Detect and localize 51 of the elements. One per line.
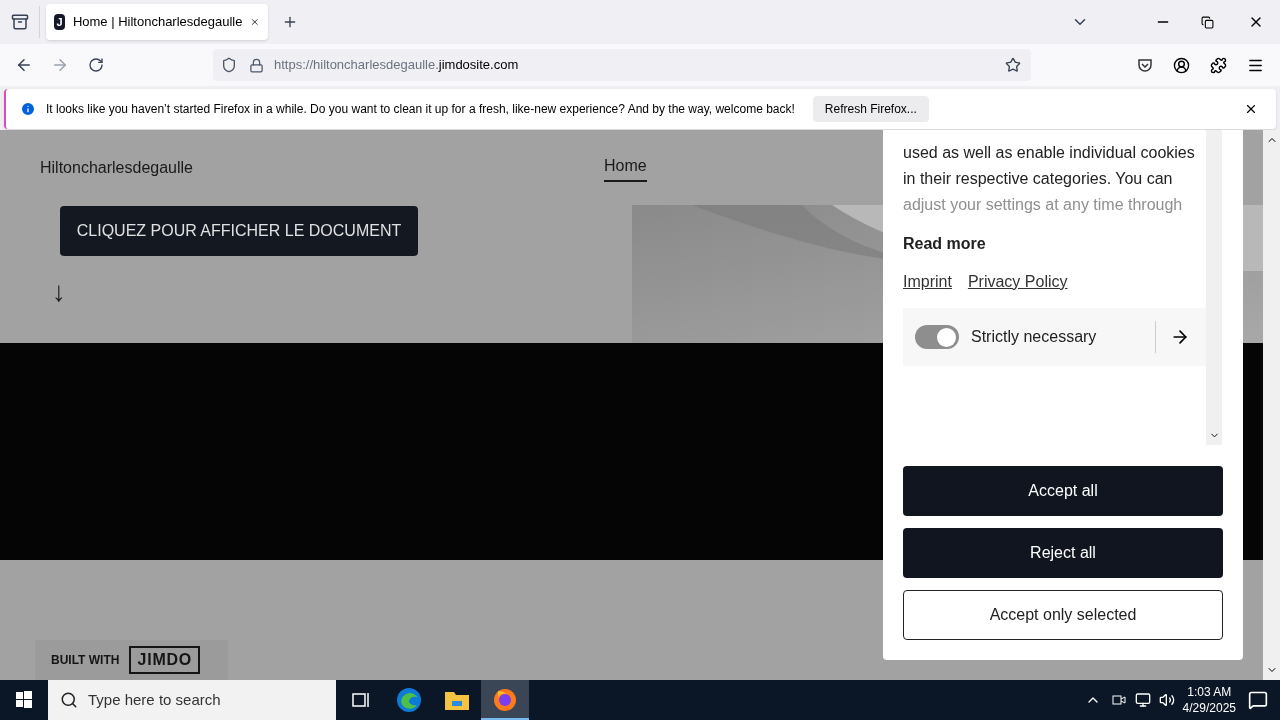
refresh-firefox-button[interactable]: Refresh Firefox... (812, 96, 929, 122)
badge-text: BUILT WITH (51, 652, 120, 669)
notification-message: It looks like you haven’t started Firefox in a while. Do you want to clean it up for a fresh, like-new experience? And by the way, welcome back! (46, 101, 795, 118)
jimdo-badge[interactable]: BUILT WITH JIMDO (35, 640, 228, 680)
url-text: https://hiltoncharlesdegaulle.jimdosite.com (274, 56, 519, 75)
category-label: Strictly necessary (971, 327, 1097, 347)
cookie-text-faded: adjust your settings at any time through (903, 195, 1184, 215)
tab-title: Home | Hiltoncharlesdegaulle (72, 13, 243, 32)
extensions-icon[interactable] (1210, 56, 1227, 74)
read-more-heading: Read more (903, 234, 987, 254)
back-icon[interactable] (15, 56, 33, 74)
shield-icon[interactable] (221, 57, 237, 73)
cookie-text: in their respective categories. You can (903, 169, 1174, 189)
reload-icon[interactable] (88, 57, 104, 73)
notifications-icon[interactable] (1248, 690, 1268, 710)
volume-icon[interactable] (1158, 692, 1175, 708)
browser-tab[interactable]: J Home | Hiltoncharlesdegaulle (46, 4, 268, 40)
close-icon[interactable] (1244, 102, 1258, 116)
clock-time: 1:03 AM (1187, 684, 1232, 700)
pocket-icon[interactable] (1137, 57, 1153, 73)
tab-list-icon[interactable] (10, 13, 29, 31)
document-button[interactable]: CLIQUEZ POUR AFFICHER LE DOCUMENT (60, 206, 418, 256)
account-icon[interactable] (1173, 56, 1190, 74)
network-icon[interactable] (1134, 692, 1151, 708)
cookie-text: used as well as enable individual cookies (903, 143, 1196, 163)
clock-date: 4/29/2025 (1182, 700, 1236, 716)
scroll-down-arrow: ↓ (52, 278, 66, 306)
toggle-switch[interactable] (915, 325, 959, 349)
restore-icon[interactable] (1201, 15, 1214, 29)
consent-button[interactable]: Accept only selected (903, 590, 1223, 640)
policy-link[interactable]: Privacy Policy (967, 270, 1068, 294)
lock-icon (249, 57, 264, 73)
taskbar-app[interactable] (481, 680, 529, 720)
bookmark-star-icon[interactable] (1005, 57, 1021, 73)
search-icon (60, 691, 78, 709)
new-tab-icon[interactable] (282, 14, 298, 30)
task-view-icon[interactable] (351, 690, 371, 710)
folder-icon[interactable] (444, 689, 470, 711)
site-title: Hiltoncharlesdegaulle (40, 158, 193, 178)
policy-link[interactable]: Imprint (903, 270, 952, 294)
favicon: J (54, 14, 65, 30)
consent-button[interactable]: Reject all (903, 528, 1223, 578)
taskbar-search-field[interactable]: Type here to search (48, 680, 336, 720)
nav-link[interactable]: Home (604, 154, 647, 182)
edge-browser-icon[interactable] (396, 687, 422, 713)
consent-button[interactable]: Accept all (903, 466, 1223, 516)
firefox-icon[interactable] (492, 686, 518, 712)
meet-now-icon[interactable] (1110, 692, 1127, 708)
address-bar[interactable]: https://hiltoncharlesdegaulle.jimdosite.com (213, 49, 1031, 81)
jimdo-logo: JIMDO (129, 646, 201, 674)
info-icon (20, 101, 36, 117)
